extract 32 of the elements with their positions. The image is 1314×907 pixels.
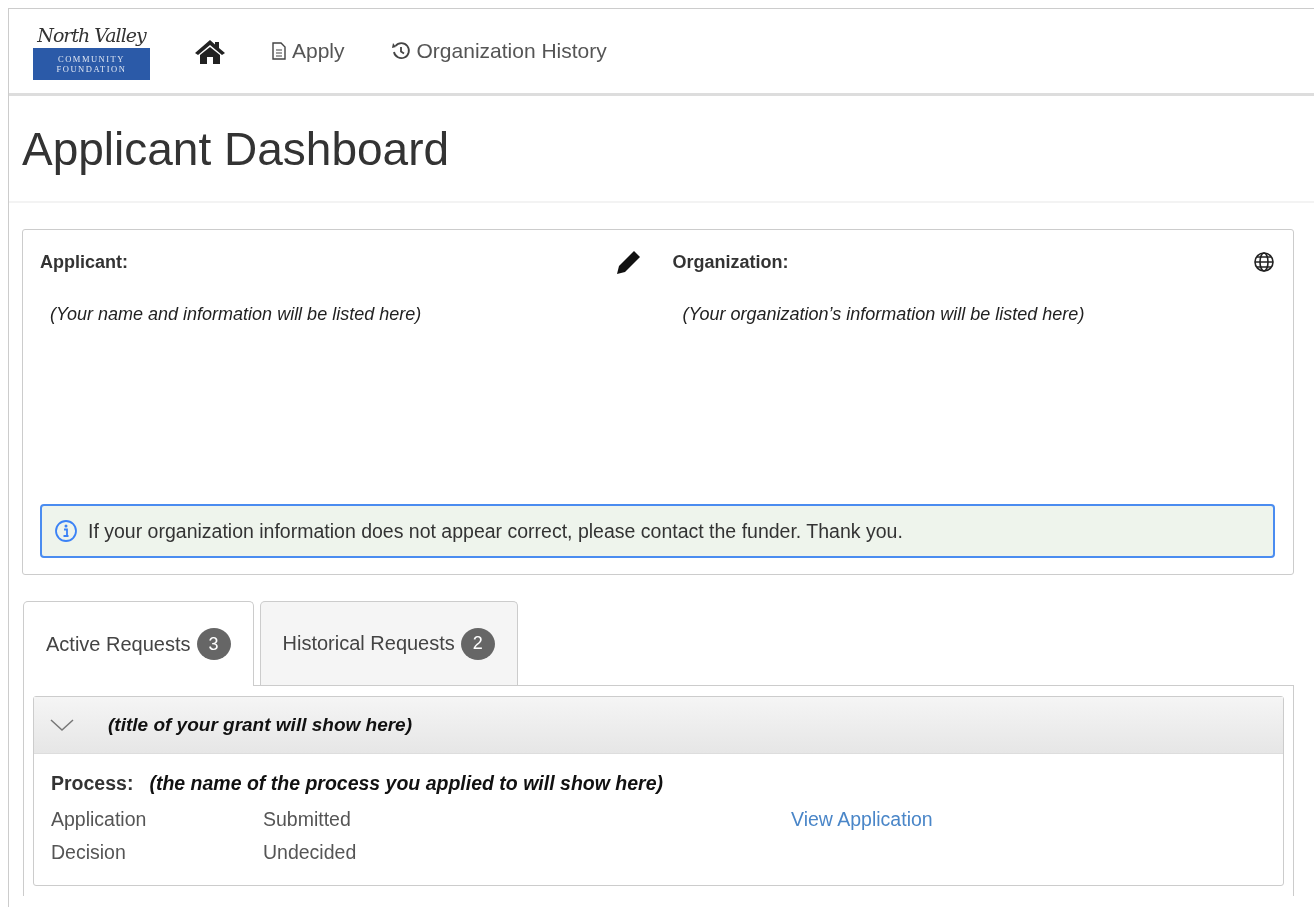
applicant-heading: Applicant: bbox=[40, 251, 128, 273]
alert-text: If your organization information does not appear correct, please contact the funder. Thank you. bbox=[88, 519, 903, 543]
nav-link[interactable]: Organization History bbox=[390, 39, 607, 63]
request-header[interactable]: (title of your grant will show here) bbox=[34, 697, 1283, 754]
tab[interactable]: Historical Requests 2 bbox=[259, 601, 518, 685]
logo-script: North Valley bbox=[37, 23, 146, 48]
logo-text: FOUNDATION bbox=[56, 64, 127, 74]
status-label: Application bbox=[51, 807, 148, 832]
count-badge: 3 bbox=[196, 628, 231, 660]
process-label: Process: bbox=[51, 772, 134, 795]
nav-link[interactable]: Apply bbox=[272, 39, 345, 63]
status-label: Decision bbox=[51, 840, 127, 865]
pencil-icon[interactable] bbox=[614, 248, 643, 276]
view-application-link[interactable]: View Application bbox=[791, 803, 933, 836]
logo-text: COMMUNITY bbox=[58, 54, 125, 64]
request-title: (title of your grant will show here) bbox=[108, 714, 413, 736]
organization-heading: Organization: bbox=[672, 251, 789, 273]
organization-info: (Your organization’s information will be listed here) bbox=[682, 304, 1086, 325]
status-value: Undecided bbox=[263, 840, 358, 865]
home-link[interactable] bbox=[194, 38, 226, 64]
tab[interactable]: Active Requests 3 bbox=[23, 601, 254, 686]
info-icon bbox=[54, 519, 78, 543]
globe-icon[interactable] bbox=[1253, 251, 1275, 273]
applicant-info: (Your name and information will be listed here) bbox=[50, 304, 423, 325]
document-icon bbox=[272, 42, 286, 60]
count-badge: 2 bbox=[460, 627, 495, 660]
process-name: (the name of the process you applied to will show here) bbox=[149, 772, 663, 795]
home-icon bbox=[194, 38, 226, 64]
page-title: Applicant Dashboard bbox=[22, 121, 450, 176]
history-icon bbox=[390, 41, 411, 61]
status-value: Submitted bbox=[263, 807, 352, 832]
logo[interactable]: North Valley COMMUNITY FOUNDATION bbox=[29, 22, 154, 80]
